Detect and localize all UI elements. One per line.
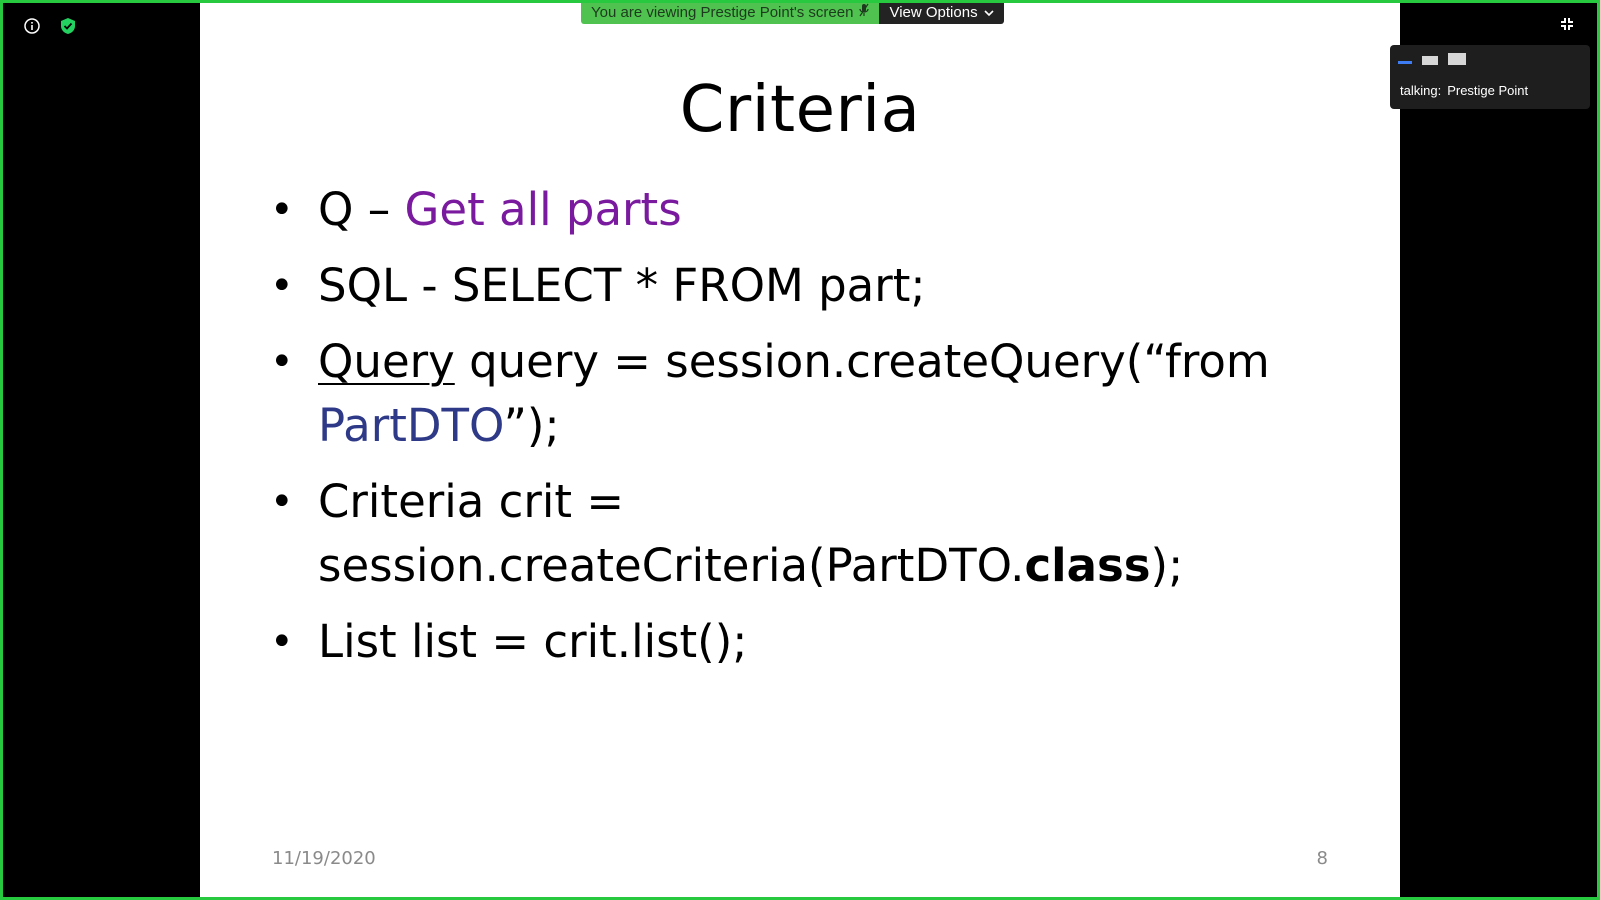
minimize-view-button[interactable] — [1398, 61, 1412, 64]
bullet-keyword: Query — [318, 335, 455, 388]
bullet-text: query = session.createQuery(“from — [454, 335, 1270, 388]
bullet-list: Q – Get all parts SQL - SELECT * FROM pa… — [270, 178, 1350, 686]
talking-name: Prestige Point — [1447, 83, 1529, 98]
exit-fullscreen-icon[interactable] — [1560, 16, 1580, 36]
viewing-text: You are viewing Prestige Point's screen — [591, 3, 854, 21]
view-options-button[interactable]: View Options — [879, 0, 1004, 24]
talking-indicator: talking: Prestige Point — [1400, 83, 1528, 98]
bullet-text: List list = crit.list(); — [318, 615, 748, 668]
bullet-text: ”); — [503, 399, 560, 452]
slide-number: 8 — [1316, 848, 1328, 869]
bullet-item: Q – Get all parts — [270, 178, 1350, 242]
talking-label: talking: — [1400, 83, 1442, 98]
speaker-panel: talking: Prestige Point — [1390, 45, 1590, 109]
bullet-item: Criteria crit = session.createCriteria(P… — [270, 470, 1350, 598]
small-view-button[interactable] — [1422, 56, 1438, 65]
viewing-banner: You are viewing Prestige Point's screen — [581, 0, 880, 24]
screen-share-banner: You are viewing Prestige Point's screen … — [581, 0, 1004, 24]
meeting-info-toolbar — [20, 14, 80, 38]
bullet-text: Criteria crit = session.createCriteria(P… — [318, 475, 1025, 592]
chevron-down-icon — [984, 4, 994, 21]
bullet-text: ); — [1150, 539, 1184, 592]
bullet-item: List list = crit.list(); — [270, 610, 1350, 674]
view-options-label: View Options — [889, 3, 978, 21]
shield-icon[interactable] — [56, 14, 80, 38]
bullet-text: Q – — [318, 183, 405, 236]
slide-date: 11/19/2020 — [272, 848, 376, 869]
bullet-highlight: Get all parts — [404, 183, 682, 236]
bullet-bold: class — [1024, 539, 1151, 592]
bullet-text: SQL - SELECT * FROM part; — [318, 259, 926, 312]
large-view-button[interactable] — [1448, 53, 1466, 65]
bullet-item: SQL - SELECT * FROM part; — [270, 254, 1350, 318]
info-icon[interactable] — [20, 14, 44, 38]
microphone-icon — [859, 3, 870, 21]
bullet-item: Query query = session.createQuery(“from … — [270, 330, 1350, 458]
bullet-entity: PartDTO — [318, 399, 504, 452]
slide-title: Criteria — [679, 73, 921, 147]
panel-view-buttons — [1398, 53, 1466, 65]
shared-slide: Criteria Q – Get all parts SQL - SELECT … — [200, 3, 1400, 897]
